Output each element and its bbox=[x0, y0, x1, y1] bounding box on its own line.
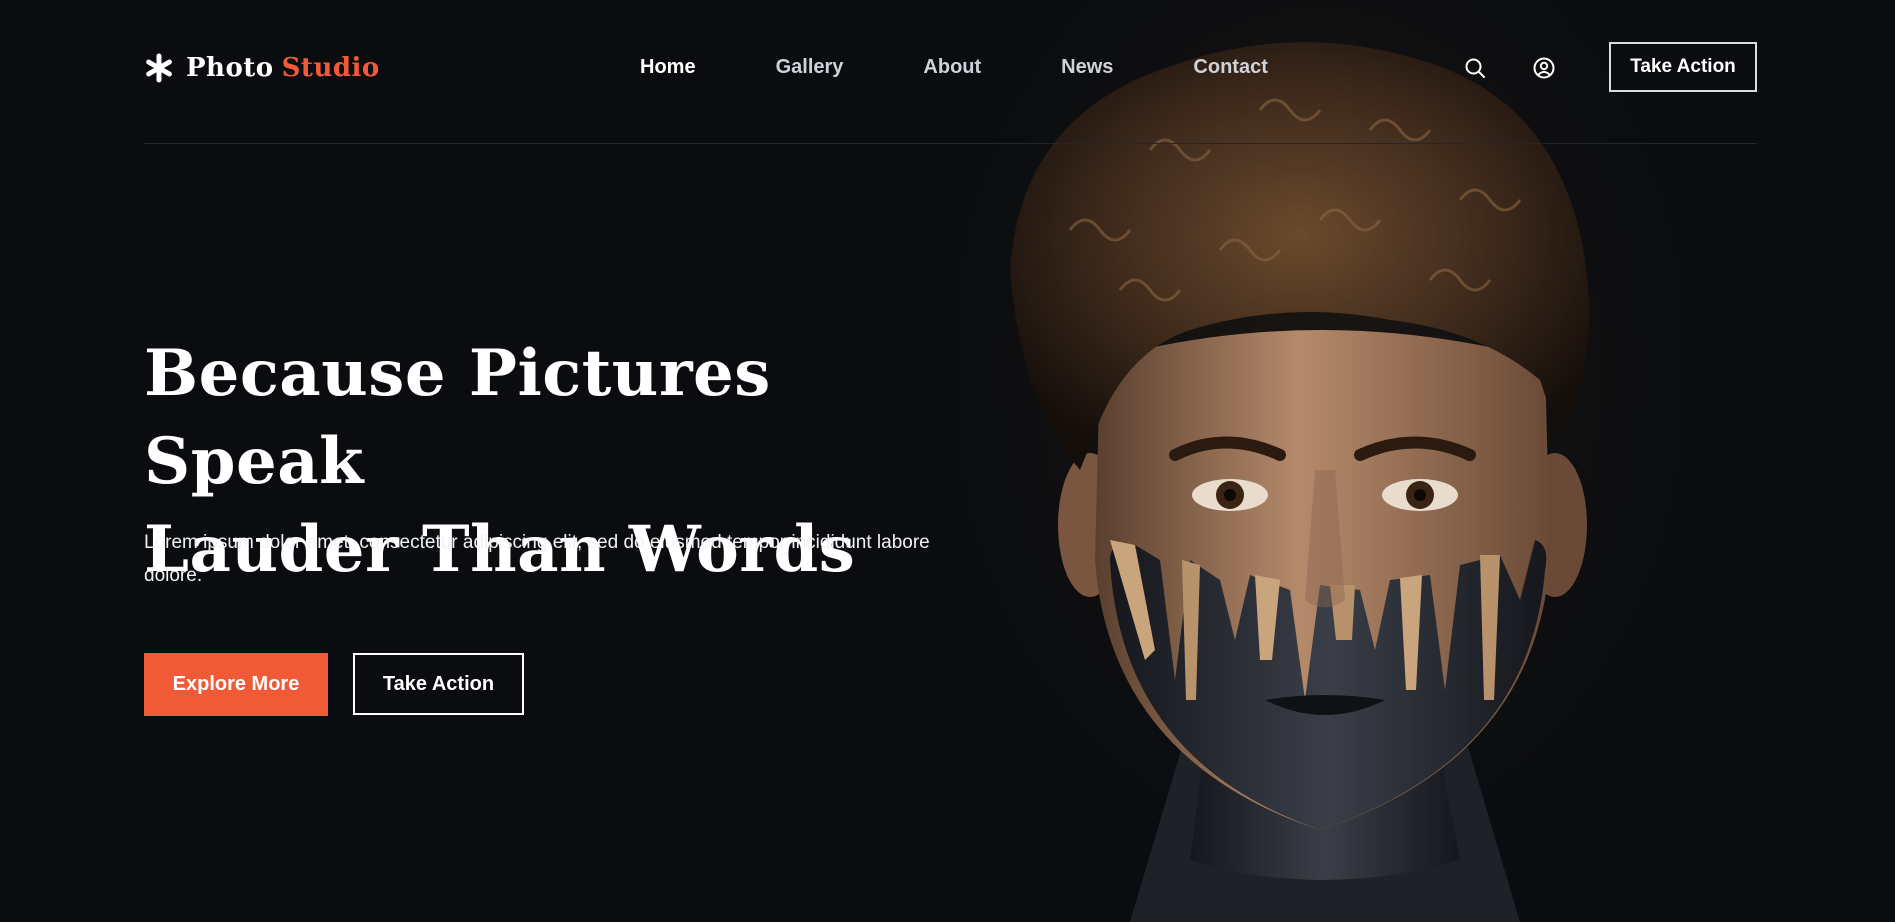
nav-item-about[interactable]: About bbox=[923, 56, 981, 79]
hero-title-line1: Because Pictures Speak bbox=[144, 336, 771, 499]
brand-name: Photo Studio bbox=[186, 53, 380, 83]
brand-name-part1: Photo bbox=[186, 53, 274, 83]
site-header: Photo Studio Home Gallery About News Cont… bbox=[144, 0, 1757, 144]
nav-item-news[interactable]: News bbox=[1061, 56, 1113, 79]
brand-name-part2: Studio bbox=[281, 53, 380, 83]
nav-item-contact[interactable]: Contact bbox=[1193, 56, 1267, 79]
take-action-button[interactable]: Take Action bbox=[353, 653, 524, 715]
asterisk-icon bbox=[146, 53, 172, 83]
search-icon[interactable] bbox=[1463, 56, 1487, 80]
nav-item-gallery[interactable]: Gallery bbox=[776, 56, 844, 79]
main-nav: Home Gallery About News Contact bbox=[640, 56, 1348, 79]
brand-logo[interactable]: Photo Studio bbox=[144, 50, 380, 86]
nav-item-home[interactable]: Home bbox=[640, 56, 696, 79]
user-circle-icon[interactable] bbox=[1532, 56, 1556, 80]
header-take-action-button[interactable]: Take Action bbox=[1609, 42, 1757, 92]
hero-description: Lorem ipsum dolor amet, consectetur adip… bbox=[144, 532, 930, 586]
explore-more-button[interactable]: Explore More bbox=[144, 653, 328, 716]
